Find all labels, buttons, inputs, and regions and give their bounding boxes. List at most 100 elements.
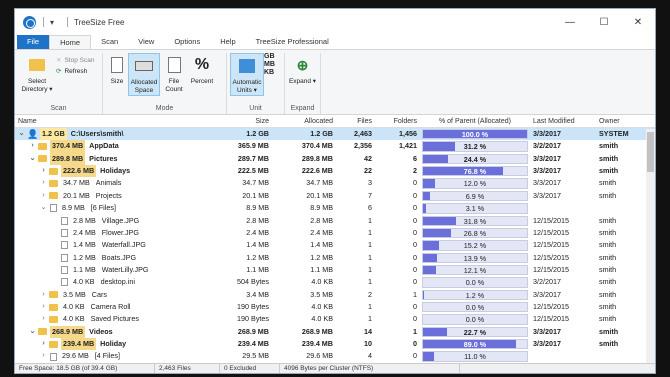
item-name: Animals <box>95 178 122 188</box>
files-cell: 1 <box>368 264 372 274</box>
table-row[interactable]: 4.0 KB desktop.ini 504 Bytes 4.0 KB 1 0 0.0 % 3… <box>15 276 655 288</box>
table-row[interactable]: › 4.0 KB Saved Pictures 190 Bytes 4.0 KB 1 0 0.… <box>15 313 655 325</box>
percent-value: 31.2 % <box>463 142 487 152</box>
name-cell: › 4.0 KB Saved Pictures <box>15 313 208 325</box>
size-mode-button[interactable]: Size <box>106 53 128 86</box>
unit-kb-button[interactable]: KB <box>264 69 275 76</box>
item-name: Holiday <box>100 339 127 349</box>
last-modified-cell: 12/15/2015 <box>533 302 569 312</box>
size-cell: 190 Bytes <box>237 314 269 324</box>
column-header-folders[interactable]: Folders <box>375 116 420 127</box>
column-header-files[interactable]: Files <box>336 116 375 127</box>
table-row[interactable]: ⌄ 268.9 MB Videos 268.9 MB 268.9 MB 14 1 22.7 %… <box>15 325 655 339</box>
unit-gb-button[interactable]: GB <box>264 53 275 60</box>
vertical-scrollbar[interactable] <box>646 129 655 363</box>
tab-scan[interactable]: Scan <box>91 35 128 49</box>
minimize-button[interactable]: — <box>553 9 587 35</box>
unit-mb-button[interactable]: MB <box>264 61 275 68</box>
tab-view[interactable]: View <box>128 35 164 49</box>
table-row[interactable]: › 20.1 MB Projects 20.1 MB 20.1 MB 7 0 6.9 % 3/3… <box>15 190 655 202</box>
tab-file[interactable]: File <box>17 35 50 49</box>
column-header-percent[interactable]: % of Parent (Allocated) <box>420 116 530 127</box>
percent-mode-button[interactable]: % Percent <box>188 53 216 86</box>
allocated-cell: 4.0 KB <box>311 277 333 287</box>
folders-cell: 0 <box>413 302 417 312</box>
expand-chevron-icon[interactable]: › <box>40 165 47 177</box>
table-row[interactable]: 1.1 MB WaterLilly.JPG 1.1 MB 1.1 MB 1 0 12.1 %… <box>15 264 655 276</box>
expand-chevron-icon[interactable]: › <box>40 289 47 301</box>
expand-chevron-icon[interactable]: › <box>40 301 47 313</box>
table-row[interactable]: ⌄ 👤 1.2 GB C:\Users\smith\ 1.2 GB 1.2 GB 2,463… <box>15 128 655 141</box>
allocated-cell: 370.4 MB <box>301 141 333 151</box>
table-row[interactable]: › 3.5 MB Cars 3.4 MB 3.5 MB 2 1 1.2 % 3/3/2017 sm… <box>15 289 655 301</box>
column-header-owner[interactable]: Owner <box>596 116 655 127</box>
expand-chevron-icon[interactable]: › <box>40 313 47 325</box>
app-logo-icon <box>23 15 36 29</box>
percent-bar: 12.1 % <box>422 264 528 276</box>
table-row[interactable]: › 4.0 KB Camera Roll 190 Bytes 4.0 KB 1 0 0.0 %… <box>15 301 655 313</box>
percent-value: 0.0 % <box>465 278 485 288</box>
size-tag: 2.8 MB <box>73 215 96 225</box>
ribbon-tabs: File Home Scan View Options Help TreeSiz… <box>15 35 655 49</box>
collapse-chevron-icon[interactable]: ⌄ <box>40 202 47 214</box>
refresh-icon: ⟳ <box>56 68 62 75</box>
table-row[interactable]: 2.4 MB Flower.JPG 2.4 MB 2.4 MB 1 0 26.8 % 12/1… <box>15 227 655 239</box>
percent-bar: 100.0 % <box>422 129 528 140</box>
tab-home[interactable]: Home <box>49 35 92 49</box>
percent-value: 1.2 % <box>465 290 485 300</box>
folders-cell: 0 <box>413 351 417 361</box>
table-row[interactable]: › 222.6 MB Holidays 222.5 MB 222.6 MB 22 2 76.8… <box>15 165 655 178</box>
allocated-space-mode-button[interactable]: Allocated Space <box>128 53 160 96</box>
tab-options[interactable]: Options <box>164 35 210 49</box>
name-cell: 2.8 MB Village.JPG <box>15 215 208 227</box>
file-icon <box>50 352 57 361</box>
tab-treesize-professional[interactable]: TreeSize Professional <box>246 35 339 49</box>
maximize-button[interactable]: ☐ <box>587 9 621 35</box>
column-header-size[interactable]: Size <box>208 116 272 127</box>
table-row[interactable]: › 239.4 MB Holiday 239.4 MB 239.4 MB 10 0 89.0 … <box>15 338 655 351</box>
column-header-name[interactable]: Name <box>15 116 208 127</box>
last-modified-cell: 3/3/2017 <box>533 190 561 200</box>
percent-cell: 15.2 % <box>420 239 530 251</box>
table-row[interactable]: ⌄ 289.8 MB Pictures 289.7 MB 289.8 MB 42 6 24.4… <box>15 152 655 166</box>
collapse-chevron-icon[interactable]: ⌄ <box>29 153 36 165</box>
collapse-chevron-icon[interactable]: ⌄ <box>29 326 36 338</box>
automatic-units-label: Automatic Units ▾ <box>232 79 262 94</box>
expand-chevron-icon[interactable]: › <box>40 350 47 362</box>
table-row[interactable]: › 29.6 MB [4 Files] 29.5 MB 29.6 MB 4 0 11.0 % <box>15 350 655 362</box>
collapse-chevron-icon[interactable]: ⌄ <box>18 128 25 140</box>
tab-help[interactable]: Help <box>210 35 245 49</box>
percent-cell: 31.8 % <box>420 215 530 227</box>
table-row[interactable]: 1.2 MB Boats.JPG 1.2 MB 1.2 MB 1 0 13.9 % 12/15… <box>15 252 655 264</box>
scrollbar-thumb[interactable] <box>647 132 654 172</box>
allocated-cell: 1.1 MB <box>310 264 333 274</box>
stop-scan-button[interactable]: ✕ Stop Scan <box>56 56 94 65</box>
scan-group: Select Directory ▾ ✕ Stop Scan ⟳ Refresh S… <box>15 53 103 114</box>
allocated-cell: 4.0 KB <box>311 314 333 324</box>
name-cell: › 4.0 KB Camera Roll <box>15 301 208 313</box>
column-header-allocated[interactable]: Allocated <box>272 116 336 127</box>
automatic-units-button[interactable]: Automatic Units ▾ <box>230 53 264 96</box>
expand-chevron-icon[interactable]: › <box>40 190 47 202</box>
size-tag: 8.9 MB <box>62 203 85 213</box>
expand-button[interactable]: ⊕ Expand ▾ <box>288 53 317 86</box>
folders-cell: 1 <box>413 326 417 336</box>
table-row[interactable]: 2.8 MB Village.JPG 2.8 MB 2.8 MB 1 0 31.8 % 12/… <box>15 215 655 227</box>
size-tag: 2.4 MB <box>73 227 96 237</box>
expand-chevron-icon[interactable]: › <box>40 338 47 350</box>
percent-value: 22.7 % <box>463 327 487 337</box>
quick-access-menu-icon[interactable]: ▾ <box>50 18 54 27</box>
status-excluded: 0 Excluded <box>220 364 280 373</box>
expand-chevron-icon[interactable]: › <box>29 140 36 152</box>
refresh-button[interactable]: ⟳ Refresh <box>56 67 94 76</box>
table-row[interactable]: ⌄ 8.9 MB [6 Files] 8.9 MB 8.9 MB 6 0 3.1 % <box>15 202 655 214</box>
column-header-last-modified[interactable]: Last Modified <box>530 116 596 127</box>
table-row[interactable]: 1.4 MB Waterfall.JPG 1.4 MB 1.4 MB 1 0 15.2 % 1… <box>15 239 655 251</box>
close-button[interactable]: ✕ <box>621 9 655 35</box>
unit-group: Automatic Units ▾ GB MB KB Unit <box>227 53 285 114</box>
table-row[interactable]: › 34.7 MB Animals 34.7 MB 34.7 MB 3 0 12.0 % 3/3… <box>15 177 655 189</box>
table-row[interactable]: › 370.4 MB AppData 365.9 MB 370.4 MB 2,356 1,4… <box>15 140 655 153</box>
file-count-mode-button[interactable]: File Count <box>160 53 188 94</box>
expand-chevron-icon[interactable]: › <box>40 177 47 189</box>
select-directory-button[interactable]: Select Directory ▾ <box>18 53 56 94</box>
